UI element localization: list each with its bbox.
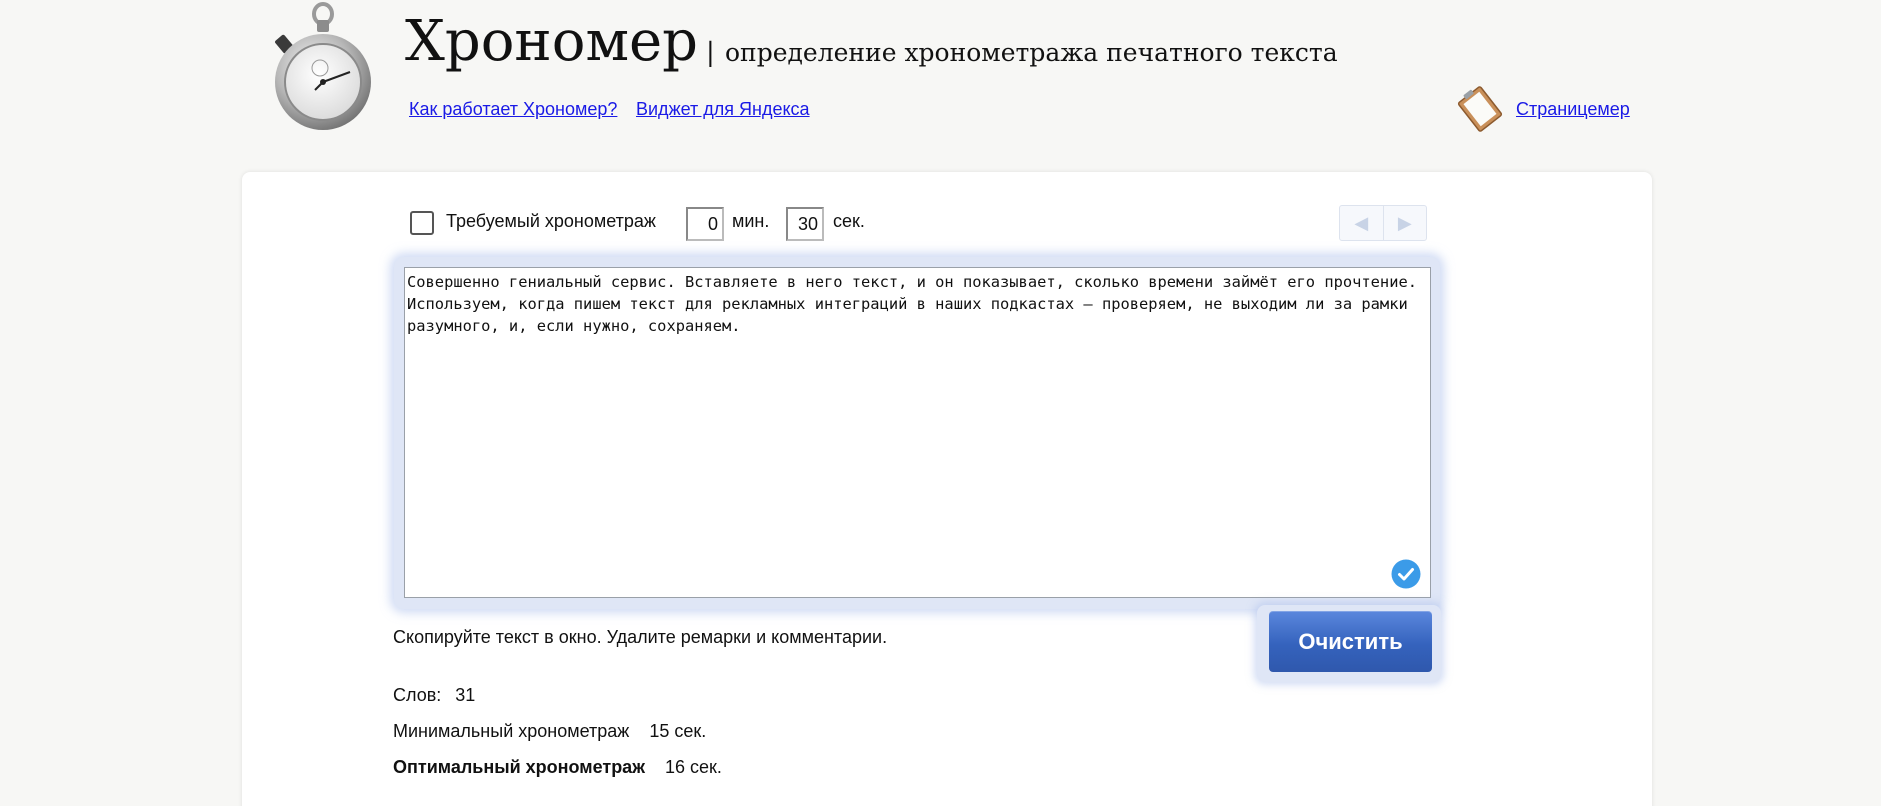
how-it-works-link[interactable]: Как работает Хрономер? — [409, 99, 617, 120]
required-duration-checkbox[interactable] — [410, 211, 434, 235]
clipboard-icon — [1457, 86, 1503, 132]
app-subtitle: определение хронометража печатного текст… — [725, 38, 1338, 67]
instructions-text: Скопируйте текст в окно. Удалите ремарки… — [393, 627, 888, 647]
prev-button[interactable]: ◀ — [1340, 206, 1383, 240]
optimal-duration-value: 16 сек. — [664, 757, 722, 777]
min-duration-row: Минимальный хронометраж 15 сек. — [393, 721, 706, 742]
min-duration-value: 15 сек. — [649, 721, 707, 741]
seconds-unit-label: сек. — [833, 211, 865, 231]
required-duration-label: Требуемый хронометраж — [446, 211, 656, 231]
page: Хрономер | определение хронометража печа… — [0, 0, 1881, 806]
check-circle-icon — [1391, 559, 1421, 589]
optimal-duration-row: Оптимальный хронометраж 16 сек. — [393, 757, 722, 778]
page-meter-link[interactable]: Страницемер — [1516, 99, 1630, 120]
word-count-value: 31 — [455, 685, 476, 705]
clear-button[interactable]: Очистить — [1269, 611, 1432, 672]
next-button[interactable]: ▶ — [1382, 206, 1427, 240]
word-count-label: Слов: — [393, 685, 442, 705]
minutes-unit-label: мин. — [732, 211, 770, 231]
arrow-left-icon: ◀ — [1354, 212, 1369, 233]
stopwatch-icon — [275, 2, 371, 130]
optimal-duration-label: Оптимальный хронометраж — [393, 757, 645, 777]
yandex-widget-link[interactable]: Виджет для Яндекса — [636, 99, 810, 120]
seconds-input[interactable] — [786, 207, 824, 241]
text-input-area[interactable]: Совершенно гениальный сервис. Вставляете… — [404, 267, 1431, 598]
app-title: Хрономер — [405, 9, 699, 74]
title-separator: | — [706, 38, 715, 68]
minutes-input[interactable] — [686, 207, 724, 241]
word-count-row: Слов: 31 — [393, 685, 475, 706]
arrow-right-icon: ▶ — [1397, 212, 1412, 233]
history-nav: ◀ ▶ — [1339, 205, 1427, 241]
min-duration-label: Минимальный хронометраж — [393, 721, 630, 741]
